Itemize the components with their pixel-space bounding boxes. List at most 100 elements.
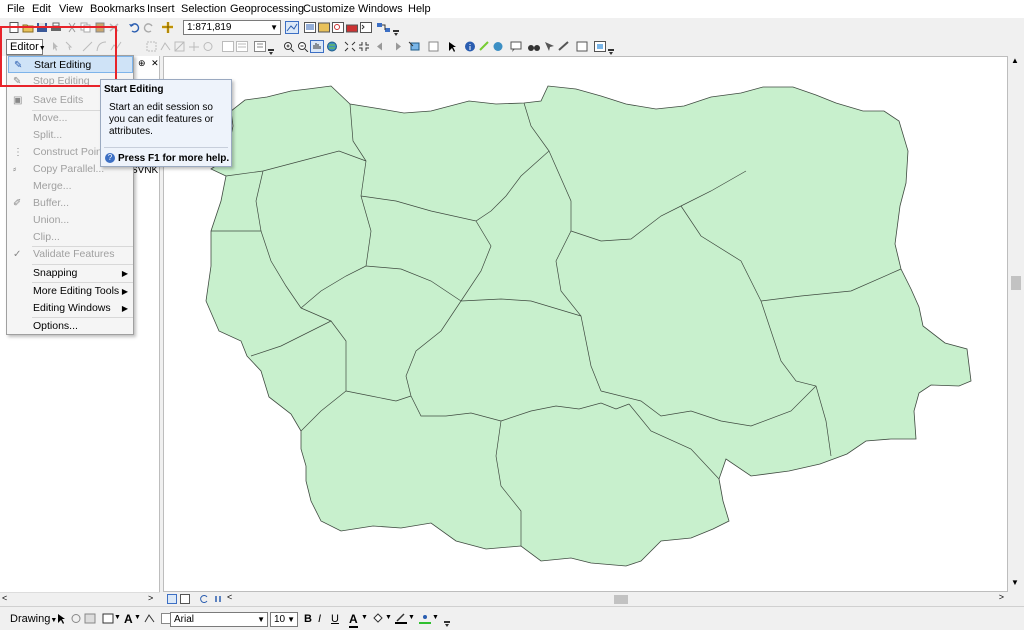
toolbar-overflow-icon[interactable] [393, 30, 399, 36]
rotate-icon[interactable] [202, 41, 214, 52]
scroll-thumb[interactable] [1011, 276, 1021, 290]
menu-file[interactable]: File [7, 3, 25, 15]
menu-customize[interactable]: Customize [303, 3, 355, 15]
menu-item-more-editing-tools[interactable]: More Editing Tools ▶ [8, 283, 133, 300]
drawing-menu-button[interactable]: Drawing▼ [10, 613, 57, 625]
reshape-icon[interactable] [160, 41, 172, 52]
map-horizontal-scrollbar[interactable]: > [236, 592, 1008, 606]
go-to-xy-icon[interactable] [544, 41, 556, 52]
toolbar-overflow-icon[interactable] [268, 49, 274, 55]
marker-color-icon[interactable] [419, 613, 431, 624]
hyperlink-icon[interactable] [478, 41, 490, 52]
zoom-to-selected-icon[interactable] [84, 613, 96, 624]
menu-item-options[interactable]: Options... [8, 318, 133, 335]
menu-geoprocessing[interactable]: Geoprocessing [230, 3, 304, 15]
underline-button[interactable]: U [331, 613, 339, 625]
go-back-icon[interactable] [376, 41, 388, 52]
chevron-down-icon[interactable]: ▼ [134, 614, 141, 621]
binoculars-icon[interactable] [528, 41, 540, 52]
map-vertical-scrollbar[interactable]: ▼ ▲ [1008, 56, 1024, 592]
italic-button[interactable]: I [318, 613, 321, 625]
menu-view[interactable]: View [59, 3, 83, 15]
add-data-icon[interactable] [162, 22, 174, 33]
pan-icon[interactable] [310, 40, 324, 53]
new-text-icon[interactable]: A [124, 612, 133, 626]
time-slider-icon[interactable] [576, 41, 588, 52]
toolbar-overflow-icon[interactable] [444, 621, 450, 627]
menu-insert[interactable]: Insert [147, 3, 175, 15]
zoom-in-icon[interactable] [283, 41, 295, 52]
menu-item-snapping[interactable]: Snapping ▶ [8, 265, 133, 282]
html-popup-icon[interactable] [492, 41, 504, 52]
redo-icon[interactable] [143, 22, 155, 33]
scroll-thumb[interactable] [614, 595, 628, 604]
menu-item-validate-features[interactable]: ✓ Validate Features [8, 246, 133, 263]
go-forward-icon[interactable] [390, 41, 402, 52]
toolbar-overflow-icon[interactable] [608, 49, 614, 55]
select-elements-icon[interactable] [447, 41, 459, 52]
attributes-icon[interactable] [222, 41, 234, 52]
select-elements-icon[interactable] [56, 613, 68, 624]
bold-button[interactable]: B [304, 613, 312, 625]
scroll-up-icon[interactable]: ▲ [1011, 56, 1019, 65]
chevron-down-icon[interactable]: ▼ [114, 614, 121, 621]
clear-selection-icon[interactable] [428, 41, 440, 52]
layout-view-icon[interactable] [180, 594, 190, 604]
chevron-down-icon[interactable]: ▼ [432, 614, 439, 621]
menu-edit[interactable]: Edit [32, 3, 51, 15]
create-viewer-window-icon[interactable] [594, 41, 606, 52]
find-icon[interactable] [510, 41, 522, 52]
close-icon[interactable]: ✕ [151, 58, 159, 68]
search-window-icon[interactable] [332, 22, 344, 33]
pause-drawing-icon[interactable] [213, 594, 223, 604]
table-of-contents-icon[interactable] [304, 22, 316, 33]
toc-horizontal-scrollbar[interactable]: < > [0, 592, 160, 606]
full-extent-icon[interactable] [326, 41, 338, 52]
menu-windows[interactable]: Windows [358, 3, 403, 15]
menu-bookmarks[interactable]: Bookmarks [90, 3, 145, 15]
rotate-icon[interactable] [70, 613, 82, 624]
edit-vertices-icon[interactable] [146, 41, 158, 52]
scroll-down-icon[interactable]: ▼ [1011, 578, 1019, 587]
catalog-icon[interactable] [318, 22, 330, 33]
menu-help[interactable]: Help [408, 3, 431, 15]
zoom-out-icon[interactable] [297, 41, 309, 52]
modelbuilder-icon[interactable] [376, 22, 392, 33]
cut-polygons-icon[interactable] [174, 41, 186, 52]
chevron-down-icon[interactable]: ▼ [361, 614, 368, 621]
fixed-zoom-out-icon[interactable] [358, 41, 370, 52]
chevron-down-icon[interactable]: ▼ [408, 614, 415, 621]
map-canvas[interactable] [163, 56, 1008, 592]
scroll-left-icon[interactable]: < [227, 592, 232, 602]
scroll-right-icon[interactable]: > [999, 592, 1004, 602]
sketch-properties-icon[interactable] [236, 41, 248, 52]
scroll-right-icon[interactable]: > [148, 593, 153, 603]
edit-vertices-icon[interactable] [144, 613, 156, 624]
data-view-icon[interactable] [167, 594, 177, 604]
fixed-zoom-in-icon[interactable] [344, 41, 356, 52]
font-color-button[interactable]: A [349, 612, 358, 628]
chevron-down-icon[interactable]: ▼ [385, 614, 392, 621]
menu-item-clip[interactable]: Clip... [8, 229, 133, 246]
menu-item-buffer[interactable]: ✐ Buffer... [8, 195, 133, 212]
fill-color-icon[interactable] [372, 613, 384, 624]
scroll-left-icon[interactable]: < [2, 593, 7, 603]
undo-icon[interactable] [128, 22, 140, 33]
pin-icon[interactable]: ⊕ [138, 58, 146, 68]
rectangle-icon[interactable] [102, 613, 114, 624]
create-features-icon[interactable] [254, 41, 266, 52]
font-name-select[interactable]: Arial ▼ [170, 612, 268, 627]
arctoolbox-icon[interactable] [346, 22, 358, 33]
identify-icon[interactable] [464, 41, 476, 52]
split-icon[interactable] [188, 41, 200, 52]
menu-item-union[interactable]: Union... [8, 212, 133, 229]
python-window-icon[interactable] [360, 22, 372, 33]
editor-toolbar-icon[interactable] [285, 21, 299, 34]
font-size-select[interactable]: 10 ▼ [270, 612, 298, 627]
select-features-icon[interactable] [408, 41, 420, 52]
measure-icon[interactable] [558, 41, 570, 52]
menu-selection[interactable]: Selection [181, 3, 226, 15]
map-scale-select[interactable]: 1:871,819 ▼ [183, 20, 281, 35]
line-color-icon[interactable] [395, 613, 407, 624]
menu-item-merge[interactable]: Merge... [8, 178, 133, 195]
